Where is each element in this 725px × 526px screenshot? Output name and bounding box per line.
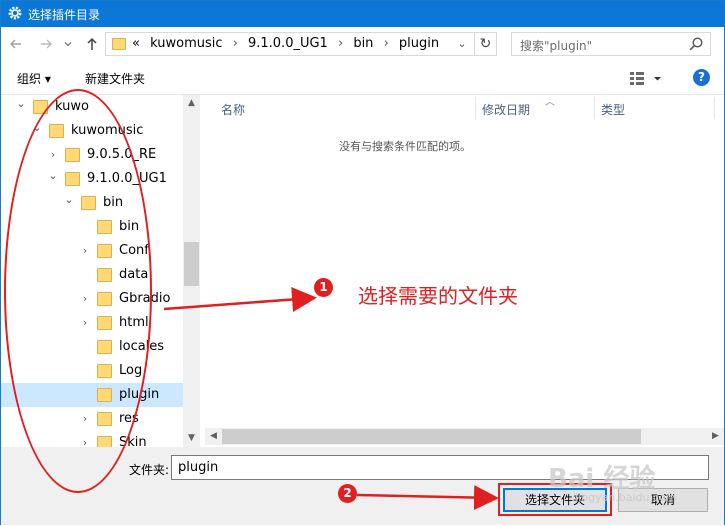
annotation-badge-1: 1 xyxy=(314,278,333,297)
annotation-arrows xyxy=(163,287,499,511)
baidu-watermark: Bai 经验 xyxy=(548,464,656,494)
annotation-text: 选择需要的文件夹 xyxy=(358,284,518,308)
annotation-badge-2: 2 xyxy=(338,484,357,503)
folder-picker-dialog: 选择插件目录 « kuwomusic › 9.1.0.0_UG1 › bin ›… xyxy=(0,0,725,525)
baidu-watermark-url: jingyan.baidu.com xyxy=(575,491,677,504)
annotation-arrow-2 xyxy=(356,485,499,511)
annotation-arrow-1 xyxy=(163,287,317,312)
